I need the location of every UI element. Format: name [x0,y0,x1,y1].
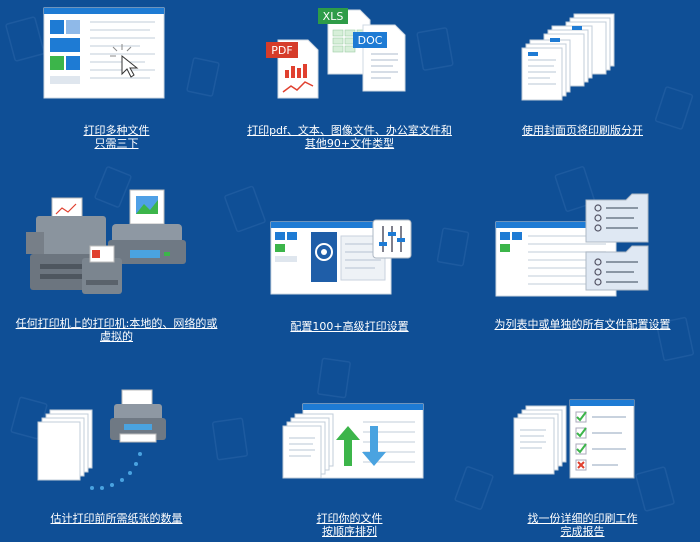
feature-per-file[interactable]: 为列表中或单独的所有文件配置设置 [466,180,699,360]
xls-badge: XLS [323,10,344,23]
feature-report[interactable]: 找一份详细的印刷工作 完成报告 [466,362,699,542]
cover-pages-icon [521,13,615,101]
sort-order-icon [282,403,424,479]
per-file-settings-icon [495,193,649,297]
feature-caption[interactable]: 使用封面页将印刷版分开 [466,124,699,137]
feature-estimate[interactable]: 估计打印前所需纸张的数量 [0,362,233,542]
feature-file-types[interactable]: XLS DOC PDF 打印pdf、文本、图像文件、办公室文件和 其他90+文件类… [233,0,466,180]
settings-window-icon [270,219,412,295]
feature-caption[interactable]: 打印pdf、文本、图像文件、办公室文件和 其他90+文件类型 [233,124,466,150]
feature-caption[interactable]: 为列表中或单独的所有文件配置设置 [466,318,699,331]
feature-caption[interactable]: 找一份详细的印刷工作 完成报告 [466,512,699,538]
feature-caption[interactable]: 打印多种文件 只需三下 [0,124,233,150]
doc-badge: DOC [358,34,383,47]
feature-caption[interactable]: 配置100+高级打印设置 [233,320,466,333]
pdf-badge: PDF [271,44,292,57]
feature-order[interactable]: 打印你的文件 按顺序排列 [233,362,466,542]
feature-caption[interactable]: 任何打印机上的打印机:本地的、网络的或 虚拟的 [0,317,233,343]
feature-cover-pages[interactable]: 使用封面页将印刷版分开 [466,0,699,180]
paper-count-icon [37,389,166,490]
feature-settings[interactable]: 配置100+高级打印设置 [233,180,466,360]
cursor-window-icon [43,7,165,99]
feature-caption[interactable]: 打印你的文件 按顺序排列 [233,512,466,538]
printers-icon [26,189,186,294]
report-checklist-icon [513,399,635,479]
feature-any-printer[interactable]: 任何打印机上的打印机:本地的、网络的或 虚拟的 [0,180,233,360]
feature-multi-files[interactable]: 打印多种文件 只需三下 [0,0,233,180]
file-types-icon: XLS DOC PDF [266,8,406,99]
feature-caption[interactable]: 估计打印前所需纸张的数量 [0,512,233,525]
